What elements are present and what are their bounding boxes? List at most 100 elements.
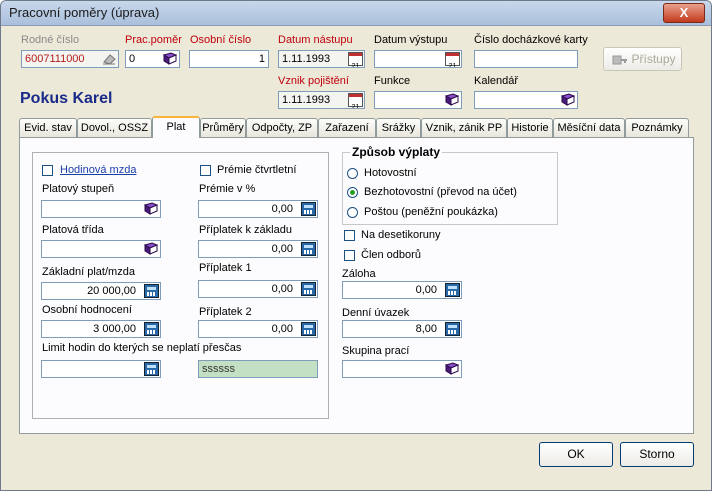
calculator-icon[interactable]	[144, 362, 159, 376]
kalendar-label: Kalendář	[474, 75, 519, 87]
employee-name: Pokus Karel	[20, 90, 113, 107]
hodinova-mzda-checkbox[interactable]	[42, 165, 53, 176]
window-title: Pracovní poměry (úprava)	[9, 5, 160, 20]
osobni-cislo-label: Osobní číslo	[190, 34, 252, 46]
rodne-cislo-value: 6007111000	[25, 53, 85, 65]
tab-zarazeni[interactable]: Zařazení	[318, 118, 376, 137]
osobni-cislo-field[interactable]: 1	[189, 50, 269, 68]
kalendar-field[interactable]	[474, 91, 578, 109]
rodne-cislo-field[interactable]: 6007111000	[21, 50, 119, 68]
close-button[interactable]: X	[663, 3, 705, 23]
book-icon[interactable]	[445, 93, 459, 106]
key-icon	[612, 55, 627, 65]
limit-hodin-field[interactable]	[41, 360, 161, 378]
green-field-value: ssssss	[202, 363, 235, 375]
premie-ctvrtletni-label: Prémie čtvrtletní	[217, 164, 297, 176]
radio-hotovostni[interactable]	[347, 168, 358, 179]
platovy-stupen-label: Platový stupeň	[42, 183, 115, 195]
zpusob-vyplaty-title: Způsob výplaty	[350, 145, 443, 159]
prac-pomer-field[interactable]: 0	[125, 50, 180, 68]
zakladni-plat-label: Základní plat/mzda	[42, 266, 135, 278]
priplatek-2-label: Příplatek 2	[199, 306, 252, 318]
calculator-icon[interactable]	[301, 202, 316, 216]
radio-bezhotovostni-label: Bezhotovostní (převod na účet)	[364, 186, 517, 198]
premie-pct-field[interactable]: 0,00	[198, 200, 318, 218]
datum-nastupu-label: Datum nástupu	[278, 34, 353, 46]
osobni-hodnoceni-value: 3 000,00	[93, 323, 136, 335]
na-desetikoruny-checkbox[interactable]	[344, 230, 355, 241]
ok-button[interactable]: OK	[539, 442, 613, 467]
vznik-pojisteni-label: Vznik pojištění	[278, 75, 349, 87]
zakladni-plat-value: 20 000,00	[87, 285, 136, 297]
cislo-karty-label: Číslo docházkové karty	[474, 34, 588, 46]
calendar-icon[interactable]: 21	[348, 52, 363, 67]
osobni-cislo-value: 1	[258, 53, 265, 65]
tab-odpocty-zp[interactable]: Odpočty, ZP	[246, 118, 318, 137]
book-icon[interactable]	[163, 52, 177, 65]
prac-pomer-label: Prac.poměr	[125, 34, 182, 46]
clen-odboru-checkbox[interactable]	[344, 250, 355, 261]
skupina-praci-field[interactable]	[342, 360, 462, 378]
book-icon[interactable]	[144, 242, 158, 255]
calculator-icon[interactable]	[445, 283, 460, 297]
hodinova-mzda-label: Hodinová mzda	[60, 164, 137, 176]
datum-vystupu-field[interactable]: 21	[374, 50, 462, 68]
priplatek-1-value: 0,00	[271, 283, 293, 295]
dialog-window: Pracovní poměry (úprava) X Rodné číslo P…	[0, 0, 712, 491]
tab-srazky[interactable]: Srážky	[376, 118, 421, 137]
osobni-hodnoceni-field[interactable]: 3 000,00	[41, 320, 161, 338]
tab-evid-stav[interactable]: Evid. stav	[19, 118, 77, 137]
priplatek-k-zakladu-field[interactable]: 0,00	[198, 240, 318, 258]
calculator-icon[interactable]	[144, 322, 159, 336]
priplatek-1-field[interactable]: 0,00	[198, 280, 318, 298]
calculator-icon[interactable]	[144, 284, 159, 298]
datum-nastupu-value: 1.11.1993	[282, 53, 331, 65]
platova-trida-field[interactable]	[41, 240, 161, 258]
tab-vznik-zanik-pp[interactable]: Vznik, zánik PP	[421, 118, 507, 137]
denni-uvazek-field[interactable]: 8,00	[342, 320, 462, 338]
clen-odboru-label: Člen odborů	[361, 249, 421, 261]
zaloha-value: 0,00	[415, 284, 437, 296]
calendar-icon[interactable]: 21	[348, 93, 363, 108]
tab-plat[interactable]: Plat	[152, 116, 200, 138]
cislo-karty-field[interactable]	[474, 50, 578, 68]
book-icon[interactable]	[445, 362, 459, 375]
denni-uvazek-value: 8,00	[415, 323, 437, 335]
radio-postou[interactable]	[347, 207, 358, 218]
priplatek-1-label: Příplatek 1	[199, 262, 252, 274]
premie-pct-value: 0,00	[271, 203, 293, 215]
priplatek-2-field[interactable]: 0,00	[198, 320, 318, 338]
denni-uvazek-label: Denní úvazek	[342, 307, 410, 319]
na-desetikoruny-label: Na desetikoruny	[361, 229, 441, 241]
datum-vystupu-label: Datum výstupu	[374, 34, 448, 46]
pristupy-button[interactable]: Přístupy	[603, 47, 682, 71]
vznik-pojisteni-field[interactable]: 1.11.1993 21	[278, 91, 365, 109]
limit-hodin-label: Limit hodin do kterých se neplatí přesča…	[42, 342, 242, 354]
calculator-icon[interactable]	[301, 282, 316, 296]
tab-poznamky[interactable]: Poznámky	[625, 118, 689, 137]
tab-mesicni-data[interactable]: Měsíční data	[553, 118, 625, 137]
tab-prumery[interactable]: Průměry	[200, 118, 246, 137]
priplatek-k-zakladu-value: 0,00	[271, 243, 293, 255]
tab-dovol-ossz[interactable]: Dovol., OSSZ	[77, 118, 152, 137]
funkce-field[interactable]	[374, 91, 462, 109]
priplatek-2-value: 0,00	[271, 323, 293, 335]
datum-nastupu-field[interactable]: 1.11.1993 21	[278, 50, 365, 68]
green-field[interactable]: ssssss	[198, 360, 318, 378]
tab-historie[interactable]: Historie	[507, 118, 553, 137]
radio-bezhotovostni[interactable]	[347, 187, 358, 198]
zaloha-field[interactable]: 0,00	[342, 281, 462, 299]
platovy-stupen-field[interactable]	[41, 200, 161, 218]
book-icon[interactable]	[144, 202, 158, 215]
calculator-icon[interactable]	[301, 322, 316, 336]
eraser-icon[interactable]	[101, 52, 117, 66]
plat-panel: Hodinová mzda Platový stupeň Platová tří…	[19, 137, 694, 434]
book-icon[interactable]	[561, 93, 575, 106]
osobni-hodnoceni-label: Osobní hodnocení	[42, 304, 132, 316]
premie-ctvrtletni-checkbox[interactable]	[200, 165, 211, 176]
storno-button[interactable]: Storno	[620, 442, 694, 467]
calendar-icon[interactable]: 21	[445, 52, 460, 67]
calculator-icon[interactable]	[301, 242, 316, 256]
calculator-icon[interactable]	[445, 322, 460, 336]
zakladni-plat-field[interactable]: 20 000,00	[41, 282, 161, 300]
